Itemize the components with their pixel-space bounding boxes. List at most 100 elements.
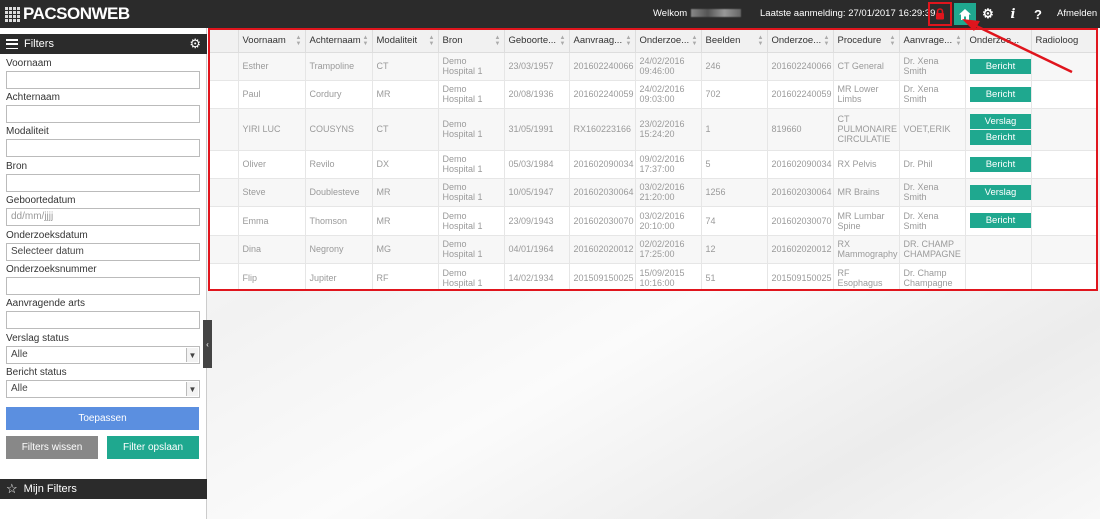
table-cell: 09/02/2016 17:37:00: [635, 150, 702, 179]
bericht-button[interactable]: Bericht: [969, 156, 1030, 172]
table-cell: 24/02/2016 09:03:00: [635, 80, 702, 109]
bericht-button[interactable]: Bericht: [969, 58, 1030, 74]
geboortedatum-input[interactable]: dd/mm/jjjj: [6, 208, 200, 226]
row-select-cell[interactable]: [210, 263, 239, 289]
column-header[interactable]: Geboorte... ▲ ▼: [504, 30, 570, 53]
table-cell: 201602020012: [767, 235, 834, 264]
verslag-button[interactable]: Verslag: [969, 184, 1030, 200]
table-cell: 24/02/2016 09:46:00: [635, 52, 702, 81]
table-row[interactable]: Steve Doublesteve MR Demo Hospital 1 10/05/1…: [210, 178, 1096, 207]
chevron-down-icon: ▼: [186, 348, 198, 362]
modaliteit-input[interactable]: [6, 139, 200, 157]
table-cell: 201602030064: [767, 178, 834, 207]
column-header[interactable]: Radioloog: [1031, 30, 1096, 53]
bericht-button[interactable]: Bericht: [969, 213, 1030, 228]
info-button[interactable]: i: [1002, 3, 1024, 25]
onderzoeksdatum-input[interactable]: Selecteer datum: [6, 243, 200, 261]
table-row[interactable]: Emma Thomson MR Demo Hospital 1 23/09/1943 20…: [210, 206, 1096, 236]
column-header[interactable]: Beelden ▲ ▼: [701, 30, 768, 53]
row-select-cell[interactable]: [210, 206, 239, 236]
voornaam-label: Voornaam: [6, 58, 52, 69]
achternaam-input[interactable]: [6, 105, 200, 123]
table-row[interactable]: Dina Negrony MG Demo Hospital 1 04/01/1964 20…: [210, 235, 1096, 264]
table-row[interactable]: YIRI LUC COUSYNS CT Demo Hospital 1 31/05/19…: [210, 108, 1096, 151]
clear-filters-button[interactable]: Filters wissen: [6, 436, 98, 459]
bericht-button[interactable]: Bericht: [969, 129, 1030, 145]
table-cell: 201602090034: [569, 150, 636, 179]
radioloog-cell: [1031, 263, 1096, 289]
bericht-button[interactable]: Bericht: [969, 86, 1030, 102]
table-cell: RX Mammography: [833, 235, 900, 264]
help-icon: ?: [1034, 6, 1042, 22]
settings-button[interactable]: ⚙: [977, 3, 999, 25]
onderzoeksnummer-input[interactable]: [6, 277, 200, 295]
row-select-cell[interactable]: [210, 235, 239, 264]
home-button[interactable]: [954, 3, 976, 25]
table-cell: 05/03/1984: [504, 150, 570, 179]
table-cell: Demo Hospital 1: [438, 178, 505, 207]
onderzoeksdatum-label: Onderzoeksdatum: [6, 230, 88, 241]
table-cell: Demo Hospital 1: [438, 52, 505, 81]
gear-icon[interactable]: ⚙: [189, 36, 201, 52]
column-header[interactable]: Bron ▲ ▼: [438, 30, 505, 53]
column-header-label: Achternaam: [309, 35, 361, 47]
row-select-cell[interactable]: [210, 52, 239, 81]
top-bar: PACSONWEB Welkom Laatste aanmelding: 27/…: [0, 0, 1100, 28]
row-select-cell[interactable]: [210, 80, 239, 109]
sidebar-collapse-handle[interactable]: ‹: [203, 320, 212, 368]
column-header[interactable]: Onderzoe... ▲ ▼: [767, 30, 834, 53]
table-cell: 1: [701, 108, 768, 151]
my-filters-header[interactable]: ☆ Mijn Filters: [0, 479, 207, 499]
table-cell: DX: [372, 150, 439, 179]
row-select-cell[interactable]: [210, 108, 239, 151]
lock-button[interactable]: [928, 2, 952, 26]
table-row[interactable]: Paul Cordury MR Demo Hospital 1 20/08/1936 20…: [210, 80, 1096, 109]
pacsonweb-logo[interactable]: PACSONWEB: [5, 4, 130, 24]
table-cell: Doublesteve: [305, 178, 373, 207]
column-header[interactable]: Onderzoe...: [965, 30, 1032, 53]
welcome-label: Welkom: [653, 8, 688, 19]
sort-icon: ▲ ▼: [955, 35, 962, 47]
column-header[interactable]: Onderzoe... ▲ ▼: [635, 30, 702, 53]
column-header[interactable]: Aanvraag... ▲ ▼: [569, 30, 636, 53]
apply-button[interactable]: Toepassen: [6, 407, 199, 430]
help-button[interactable]: ?: [1027, 3, 1049, 25]
aanvragende-arts-label: Aanvragende arts: [6, 298, 85, 309]
save-filter-button[interactable]: Filter opslaan: [107, 436, 199, 459]
column-header[interactable]: Procedure ▲ ▼: [833, 30, 900, 53]
verslag-status-select[interactable]: Alle ▼: [6, 346, 200, 364]
filter-sidebar: Filters ⚙ Voornaam Achternaam Modaliteit…: [0, 28, 207, 519]
sort-icon: ▲ ▼: [295, 35, 302, 47]
aanvragende-arts-input[interactable]: [6, 311, 200, 329]
verslag-button[interactable]: Verslag: [969, 113, 1030, 129]
table-cell: 201602240066: [569, 52, 636, 81]
last-login-text: Laatste aanmelding: 27/01/2017 16:29:39: [760, 8, 936, 19]
table-row[interactable]: Esther Trampoline CT Demo Hospital 1 23/03/1…: [210, 52, 1096, 81]
row-select-cell[interactable]: [210, 178, 239, 207]
voornaam-input[interactable]: [6, 71, 200, 89]
actions-cell: Bericht: [965, 80, 1032, 109]
column-header-label: Procedure: [837, 35, 882, 47]
chevron-down-icon: ▼: [186, 382, 198, 396]
table-cell: Emma: [238, 206, 306, 236]
logout-link[interactable]: Afmelden: [1057, 8, 1097, 19]
table-row[interactable]: Oliver Revilo DX Demo Hospital 1 05/03/1984 2…: [210, 150, 1096, 179]
table-cell: Demo Hospital 1: [438, 80, 505, 109]
column-header[interactable]: Modaliteit ▲ ▼: [372, 30, 439, 53]
table-cell: CT: [372, 108, 439, 151]
bron-input[interactable]: [6, 174, 200, 192]
table-cell: 23/02/2016 15:24:20: [635, 108, 702, 151]
column-header[interactable]: Aanvrage... ▲ ▼: [899, 30, 966, 53]
table-cell: Revilo: [305, 150, 373, 179]
table-cell: Oliver: [238, 150, 306, 179]
row-select-cell[interactable]: [210, 150, 239, 179]
column-header[interactable]: Voornaam ▲ ▼: [238, 30, 306, 53]
column-header[interactable]: Achternaam ▲ ▼: [305, 30, 373, 53]
study-table: Voornaam ▲ ▼ Achternaam ▲ ▼ Modaliteit ▲ ▼ Bron ▲ ▼…: [210, 30, 1096, 289]
actions-cell: Bericht: [965, 150, 1032, 179]
table-cell: 02/02/2016 17:25:00: [635, 235, 702, 264]
bericht-status-select[interactable]: Alle ▼: [6, 380, 200, 398]
table-cell: 15/09/2015 10:16:00: [635, 263, 702, 289]
table-row[interactable]: Flip Jupiter RF Demo Hospital 1 14/02/1934 20…: [210, 263, 1096, 289]
table-cell: RX Pelvis: [833, 150, 900, 179]
